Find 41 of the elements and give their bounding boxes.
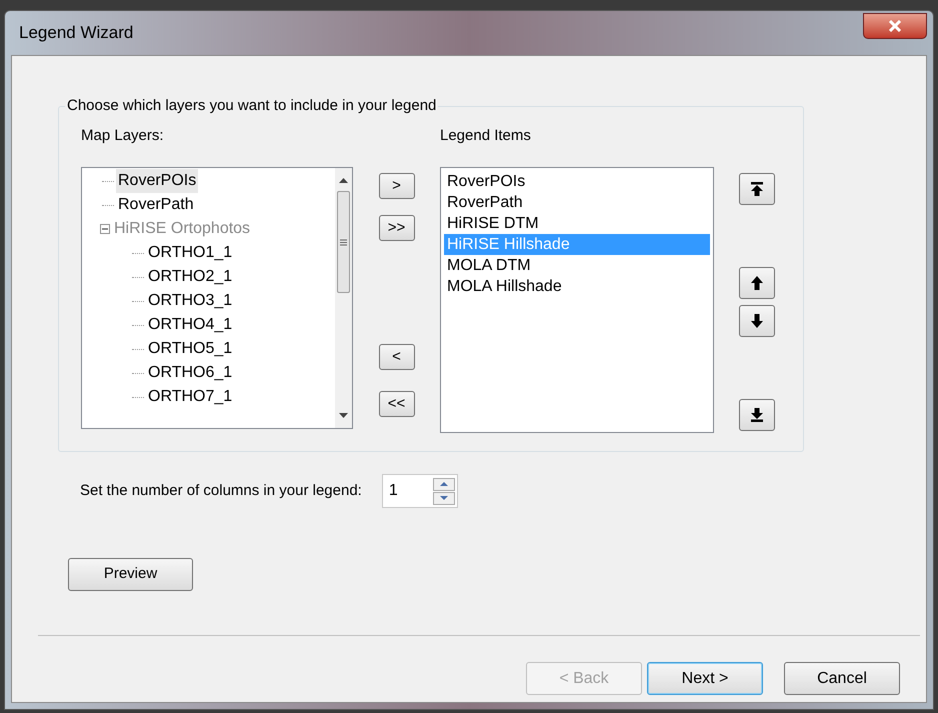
move-down-button[interactable] xyxy=(739,305,775,337)
tree-item[interactable]: RoverPath xyxy=(116,193,196,217)
preview-button[interactable]: Preview xyxy=(68,558,193,591)
move-up-button[interactable] xyxy=(739,267,775,299)
list-item[interactable]: RoverPOIs xyxy=(444,171,710,192)
remove-button[interactable]: < xyxy=(378,344,414,370)
map-layers-label: Map Layers: xyxy=(81,126,165,146)
window-title: Legend Wizard xyxy=(19,22,134,44)
arrow-down-icon xyxy=(749,313,765,329)
columns-spinner[interactable]: 1 xyxy=(382,474,458,508)
move-to-bottom-icon xyxy=(749,407,765,423)
list-item[interactable]: RoverPath xyxy=(444,192,710,213)
list-item[interactable]: MOLA Hillshade xyxy=(444,276,710,297)
scroll-thumb[interactable] xyxy=(337,191,350,293)
add-button[interactable]: > xyxy=(378,173,414,199)
minus-icon xyxy=(102,226,108,232)
list-item[interactable]: MOLA DTM xyxy=(444,255,710,276)
close-button[interactable] xyxy=(863,13,927,39)
spin-up-button[interactable] xyxy=(432,478,455,490)
legend-items-list[interactable]: RoverPOIs RoverPath HiRISE DTM HiRISE Hillshade MOLA DTM MOLA Hillshade xyxy=(440,167,714,433)
move-bottom-button[interactable] xyxy=(739,399,775,431)
close-icon xyxy=(888,20,902,32)
legend-items-label: Legend Items xyxy=(440,126,532,146)
add-all-button[interactable]: >> xyxy=(378,215,414,241)
arrow-up-icon xyxy=(440,482,448,486)
spin-down-button[interactable] xyxy=(432,492,455,504)
wizard-button[interactable]: Cancel xyxy=(784,662,900,695)
arrow-up-icon xyxy=(749,275,765,291)
grip-icon xyxy=(340,238,347,246)
columns-label: Set the number of columns in your legend: xyxy=(80,480,362,501)
scroll-down-icon xyxy=(339,413,348,418)
move-to-top-icon xyxy=(749,181,765,197)
tree-item[interactable]: RoverPOIs xyxy=(116,169,198,193)
group-title: Choose which layers you want to include in your legend xyxy=(65,97,438,115)
wizard-button[interactable]: Next > xyxy=(647,662,763,695)
arrow-down-icon xyxy=(440,496,448,500)
list-item[interactable]: HiRISE DTM xyxy=(444,213,710,234)
scroll-up-icon xyxy=(339,178,348,183)
remove-all-button[interactable]: << xyxy=(378,391,414,417)
scrollbar[interactable] xyxy=(335,168,352,428)
move-top-button[interactable] xyxy=(739,173,775,205)
